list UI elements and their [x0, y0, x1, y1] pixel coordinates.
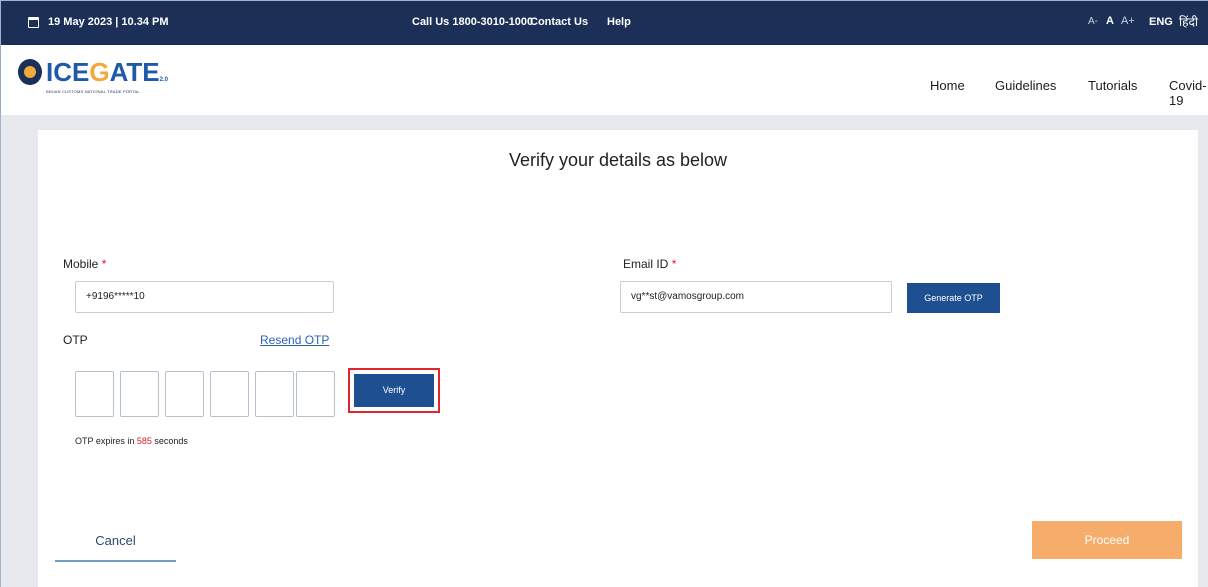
otp-countdown: 585	[136, 436, 152, 446]
cancel-button[interactable]: Cancel	[55, 520, 176, 562]
otp-digit-3[interactable]	[165, 371, 204, 417]
help-link[interactable]: Help	[607, 16, 631, 28]
mobile-field[interactable]: +9196*****10	[75, 281, 334, 313]
nav-covid[interactable]: Covid-19	[1169, 78, 1208, 108]
font-increase-button[interactable]: A+	[1121, 15, 1135, 27]
top-info-bar: 19 May 2023 | 10.34 PM Call Us 1800-3010…	[1, 1, 1208, 45]
verify-highlight: Verify	[348, 368, 440, 413]
verify-details-card: Verify your details as below Mobile * +9…	[38, 130, 1198, 587]
generate-otp-button[interactable]: Generate OTP	[907, 283, 1000, 313]
font-normal-button[interactable]: A	[1106, 15, 1114, 27]
logo-wordmark: ICEGATE2.0	[46, 57, 168, 87]
page-title: Verify your details as below	[508, 150, 728, 170]
nav-tutorials[interactable]: Tutorials	[1088, 78, 1137, 93]
date-time-text: 19 May 2023 | 10.34 PM	[48, 16, 169, 28]
otp-digit-1[interactable]	[75, 371, 114, 417]
email-field[interactable]: vg**st@vamosgroup.com	[620, 281, 892, 313]
otp-digit-2[interactable]	[120, 371, 159, 417]
call-us-link[interactable]: Call Us 1800-3010-1000	[412, 16, 533, 28]
language-hindi-button[interactable]: हिंदी	[1179, 13, 1198, 30]
resend-otp-link[interactable]: Resend OTP	[260, 333, 329, 347]
logo-subtitle: INDIAN CUSTOMS NATIONAL TRADE PORTAL	[46, 89, 140, 94]
site-header: ICEGATE2.0 INDIAN CUSTOMS NATIONAL TRADE…	[1, 45, 1208, 115]
otp-label: OTP	[63, 333, 88, 347]
language-english-button[interactable]: ENG	[1149, 16, 1173, 28]
mobile-label: Mobile *	[63, 257, 107, 271]
nav-home[interactable]: Home	[930, 78, 965, 93]
otp-digit-4[interactable]	[210, 371, 249, 417]
font-decrease-button[interactable]: A-	[1088, 16, 1098, 27]
otp-expiry-text: OTP expires in 585 seconds	[75, 436, 188, 446]
verify-button[interactable]: Verify	[354, 374, 434, 407]
emblem-icon	[18, 59, 42, 85]
proceed-button[interactable]: Proceed	[1032, 521, 1182, 559]
contact-us-link[interactable]: Contact Us	[530, 16, 588, 28]
otp-digit-6[interactable]	[296, 371, 335, 417]
date-time: 19 May 2023 | 10.34 PM	[28, 16, 169, 28]
email-label: Email ID *	[623, 257, 677, 271]
otp-digit-5[interactable]	[255, 371, 294, 417]
calendar-icon	[28, 16, 39, 28]
icegate-logo[interactable]: ICEGATE2.0 INDIAN CUSTOMS NATIONAL TRADE…	[18, 57, 168, 94]
nav-guidelines[interactable]: Guidelines	[995, 78, 1056, 93]
